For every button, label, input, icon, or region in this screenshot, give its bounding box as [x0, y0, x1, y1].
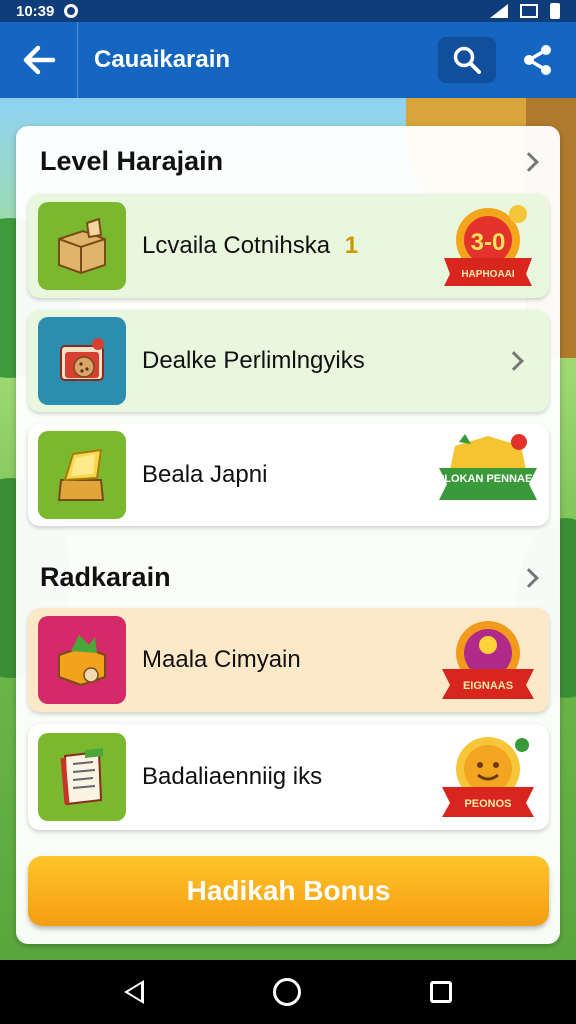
- item-thumbnail: [38, 431, 126, 519]
- page-title: Cauaikarain: [94, 46, 231, 73]
- list-item[interactable]: Maala Cimyain EIGNAAS: [28, 608, 549, 712]
- badge-number: 3-0: [471, 229, 506, 256]
- item-label: Beala Japni: [142, 461, 268, 488]
- app-bar: Cauaikarain: [0, 22, 576, 98]
- list-item[interactable]: Dealke Perlimlngyiks: [28, 310, 549, 412]
- item-count: 1: [344, 232, 359, 259]
- item-thumbnail: [38, 202, 126, 290]
- badge-ribbon-text: PLOKAN PENNAEL: [437, 473, 539, 485]
- status-bar: 10:39: [0, 0, 576, 22]
- treasure-box-icon: [57, 448, 105, 501]
- nav-recents-icon[interactable]: [429, 981, 452, 1003]
- item-label: Lcvaila Cotnihska 1: [142, 232, 433, 260]
- system-nav-bar: [0, 960, 576, 1024]
- list-item[interactable]: Lcvaila Cotnihska 1 3-0 HAPHOAAI: [28, 194, 549, 298]
- box-icon: [58, 217, 106, 275]
- section-header-radkarain[interactable]: Radkarain: [40, 562, 539, 593]
- search-icon: [453, 46, 481, 74]
- item-label: Badaliaenniig iks: [142, 763, 323, 790]
- signal-icon: [490, 4, 508, 18]
- reward-badge: PEONOS: [433, 727, 543, 827]
- share-icon: [524, 45, 551, 75]
- badge-ribbon-text: EIGNAAS: [463, 680, 513, 692]
- nav-home-icon[interactable]: [272, 978, 301, 1006]
- nav-back-icon[interactable]: [124, 980, 145, 1004]
- notification-icon: [64, 4, 79, 18]
- chevron-right-icon: [519, 567, 539, 588]
- item-thumbnail: [38, 317, 126, 405]
- list-item[interactable]: Beala Japni PLOKAN PENNAEL: [28, 424, 549, 526]
- reward-badge: EIGNAAS: [433, 610, 543, 710]
- badge-ribbon-text: PEONOS: [464, 798, 511, 810]
- notebook-icon: [60, 748, 103, 806]
- search-button[interactable]: [438, 37, 496, 83]
- arrow-left-icon: [23, 45, 55, 75]
- battery-icon: [550, 3, 560, 19]
- share-button[interactable]: [518, 37, 558, 83]
- list-item[interactable]: Badaliaenniig iks PEONOS: [28, 724, 549, 830]
- item-label: Maala Cimyain: [142, 646, 301, 673]
- status-time: 10:39: [16, 2, 55, 20]
- chevron-right-icon: [519, 151, 539, 172]
- back-button[interactable]: [0, 22, 78, 98]
- reward-badge: 3-0 HAPHOAAI: [433, 196, 543, 296]
- data-icon: [520, 4, 538, 18]
- bonus-button[interactable]: Hadikah Bonus: [28, 856, 549, 926]
- section-header-level[interactable]: Level Harajain: [40, 146, 539, 177]
- section-title: Level Harajain: [40, 146, 224, 176]
- item-thumbnail: [38, 616, 126, 704]
- item-label: Dealke Perlimlngyiks: [142, 347, 365, 374]
- chevron-right-icon: [504, 351, 524, 371]
- bonus-area: Hadikah Bonus: [28, 856, 549, 932]
- item-thumbnail: [38, 733, 126, 821]
- main-panel: Level Harajain Lcvaila Cotnihska 1 3-0 H…: [16, 126, 560, 944]
- badge-ribbon-text: HAPHOAAI: [461, 269, 515, 280]
- section-title: Radkarain: [40, 562, 171, 592]
- gift-box-icon: [58, 635, 106, 687]
- item-label-text: Lcvaila Cotnihska: [142, 232, 331, 259]
- cookie-box-icon: [60, 338, 104, 381]
- reward-badge: PLOKAN PENNAEL: [433, 425, 543, 525]
